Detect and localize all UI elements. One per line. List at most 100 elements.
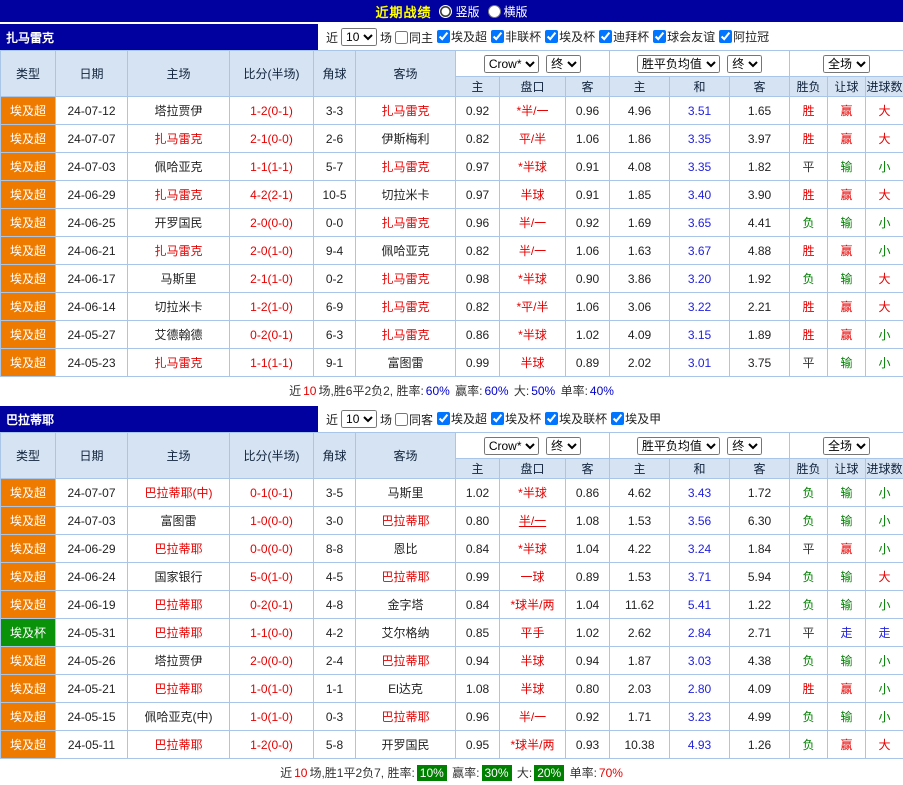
scope-select[interactable]: 全场 bbox=[823, 437, 870, 455]
avg-draw-odds-cell: 3.67 bbox=[670, 237, 730, 265]
league-checkbox[interactable] bbox=[653, 30, 666, 43]
league-label: 埃及杯 bbox=[559, 28, 595, 45]
handicap-away-odds-cell: 0.80 bbox=[566, 675, 610, 703]
same-venue-checkbox[interactable] bbox=[395, 31, 408, 44]
corners-cell: 1-1 bbox=[314, 675, 356, 703]
handicap-result-cell: 输 bbox=[828, 265, 866, 293]
same-venue-checkbox[interactable] bbox=[395, 413, 408, 426]
page-title: 近期战绩 bbox=[375, 2, 431, 21]
league-checkbox[interactable] bbox=[545, 412, 558, 425]
league-filter-埃及超[interactable]: 埃及超 bbox=[434, 410, 487, 427]
match-count-select[interactable]: 10 bbox=[341, 28, 377, 46]
handicap-odds-header: Crow* 终 bbox=[456, 433, 610, 459]
avg-away-odds-cell: 1.89 bbox=[730, 321, 790, 349]
score-cell: 1-1(1-1) bbox=[230, 349, 314, 377]
league-checkbox[interactable] bbox=[491, 30, 504, 43]
avg-away-odds-cell: 3.75 bbox=[730, 349, 790, 377]
vertical-layout-radio[interactable] bbox=[439, 5, 452, 18]
score-cell: 1-0(1-0) bbox=[230, 675, 314, 703]
avg-draw-odds-cell: 3.23 bbox=[670, 703, 730, 731]
score-cell: 1-2(0-0) bbox=[230, 731, 314, 759]
sub-header-avg-draw: 和 bbox=[670, 77, 730, 97]
league-filter-埃及超[interactable]: 埃及超 bbox=[434, 28, 487, 45]
match-count-select[interactable]: 10 bbox=[341, 410, 377, 428]
league-filter-阿拉冠[interactable]: 阿拉冠 bbox=[716, 28, 769, 45]
league-type-cell: 埃及超 bbox=[1, 265, 56, 293]
match-row: 埃及超24-06-14切拉米卡1-2(1-0)6-9扎马雷克0.82*平/半1.… bbox=[1, 293, 903, 321]
scope-select[interactable]: 全场 bbox=[823, 55, 870, 73]
handicap-home-odds-cell: 1.02 bbox=[456, 479, 500, 507]
goals-result-cell: 小 bbox=[866, 153, 903, 181]
league-checkbox[interactable] bbox=[437, 412, 450, 425]
league-filter-球会友谊[interactable]: 球会友谊 bbox=[650, 28, 715, 45]
league-checkbox[interactable] bbox=[545, 30, 558, 43]
league-type-cell: 埃及超 bbox=[1, 535, 56, 563]
sub-header-odds-home: 主 bbox=[456, 77, 500, 97]
avg-away-odds-cell: 3.97 bbox=[730, 125, 790, 153]
handicap-line-cell: 平手 bbox=[500, 619, 566, 647]
home-team-cell: 扎马雷克 bbox=[128, 181, 230, 209]
avg-home-odds-cell: 4.08 bbox=[610, 153, 670, 181]
league-filters: 埃及超埃及杯埃及联杯 埃及甲 bbox=[434, 410, 662, 428]
rate-badge: 20% bbox=[534, 765, 564, 781]
handicap-result-cell: 输 bbox=[828, 563, 866, 591]
league-label: 埃及甲 bbox=[625, 410, 661, 427]
avg-draw-odds-cell: 3.15 bbox=[670, 321, 730, 349]
wdl-result-cell: 平 bbox=[790, 153, 828, 181]
away-team-cell: 金字塔 bbox=[356, 591, 456, 619]
layout-radio-horizontal[interactable]: 横版 bbox=[488, 3, 528, 20]
league-checkbox[interactable] bbox=[611, 412, 624, 425]
horizontal-layout-radio[interactable] bbox=[488, 5, 501, 18]
section-header: 扎马雷克 近 10 场 同主 埃及超非联杯埃及杯迪拜杯球会友谊阿拉冠 bbox=[0, 24, 903, 50]
summary-text: 10 bbox=[294, 766, 307, 780]
league-checkbox[interactable] bbox=[719, 30, 732, 43]
layout-radio-vertical[interactable]: 竖版 bbox=[439, 3, 479, 20]
score-cell: 2-0(0-0) bbox=[230, 209, 314, 237]
league-checkbox[interactable] bbox=[437, 30, 450, 43]
avg-away-odds-cell: 1.26 bbox=[730, 731, 790, 759]
handicap-away-odds-cell: 1.06 bbox=[566, 125, 610, 153]
avg-draw-odds-cell: 3.40 bbox=[670, 181, 730, 209]
away-team-cell: 富图雷 bbox=[356, 349, 456, 377]
avg-type-select[interactable]: 胜平负均值 bbox=[637, 437, 720, 455]
handicap-line-cell: *半球 bbox=[500, 153, 566, 181]
avg-state-select[interactable]: 终 bbox=[727, 55, 762, 73]
handicap-home-odds-cell: 0.99 bbox=[456, 563, 500, 591]
sub-header-avg-home: 主 bbox=[610, 77, 670, 97]
avg-away-odds-cell: 1.92 bbox=[730, 265, 790, 293]
sub-header-odds-away: 客 bbox=[566, 77, 610, 97]
league-filter-埃及联杯[interactable]: 埃及联杯 bbox=[542, 410, 607, 427]
handicap-home-odds-cell: 1.08 bbox=[456, 675, 500, 703]
league-filter-非联杯[interactable]: 非联杯 bbox=[488, 28, 541, 45]
average-odds-header: 胜平负均值 终 bbox=[610, 433, 790, 459]
odds-state-select[interactable]: 终 bbox=[546, 55, 581, 73]
wdl-result-cell: 负 bbox=[790, 647, 828, 675]
wdl-result-cell: 负 bbox=[790, 563, 828, 591]
handicap-line-cell: 半/一 bbox=[500, 507, 566, 535]
avg-state-select[interactable]: 终 bbox=[727, 437, 762, 455]
handicap-home-odds-cell: 0.98 bbox=[456, 265, 500, 293]
odds-state-select[interactable]: 终 bbox=[546, 437, 581, 455]
same-venue-filter[interactable]: 同主 bbox=[392, 29, 433, 46]
same-venue-filter[interactable]: 同客 bbox=[392, 411, 433, 428]
recent-matches-table: 类型 日期 主场 比分(半场) 角球 客场 Crow* 终 胜平负均值 终 全场 bbox=[0, 50, 903, 377]
corners-cell: 4-5 bbox=[314, 563, 356, 591]
odds-company-select[interactable]: Crow* bbox=[484, 437, 539, 455]
league-filter-埃及甲[interactable]: 埃及甲 bbox=[608, 410, 661, 427]
handicap-home-odds-cell: 0.96 bbox=[456, 209, 500, 237]
match-row: 埃及超24-06-29巴拉蒂耶0-0(0-0)8-8恩比0.84*半球1.044… bbox=[1, 535, 903, 563]
league-filter-迪拜杯[interactable]: 迪拜杯 bbox=[596, 28, 649, 45]
league-checkbox[interactable] bbox=[491, 412, 504, 425]
summary-text: 近 bbox=[280, 766, 292, 780]
avg-type-select[interactable]: 胜平负均值 bbox=[637, 55, 720, 73]
league-filter-埃及杯[interactable]: 埃及杯 bbox=[488, 410, 541, 427]
handicap-away-odds-cell: 1.06 bbox=[566, 293, 610, 321]
avg-away-odds-cell: 3.90 bbox=[730, 181, 790, 209]
handicap-home-odds-cell: 0.99 bbox=[456, 349, 500, 377]
league-filter-埃及杯[interactable]: 埃及杯 bbox=[542, 28, 595, 45]
odds-company-select[interactable]: Crow* bbox=[484, 55, 539, 73]
goals-result-cell: 大 bbox=[866, 265, 903, 293]
home-team-cell: 扎马雷克 bbox=[128, 349, 230, 377]
avg-home-odds-cell: 1.63 bbox=[610, 237, 670, 265]
league-checkbox[interactable] bbox=[599, 30, 612, 43]
